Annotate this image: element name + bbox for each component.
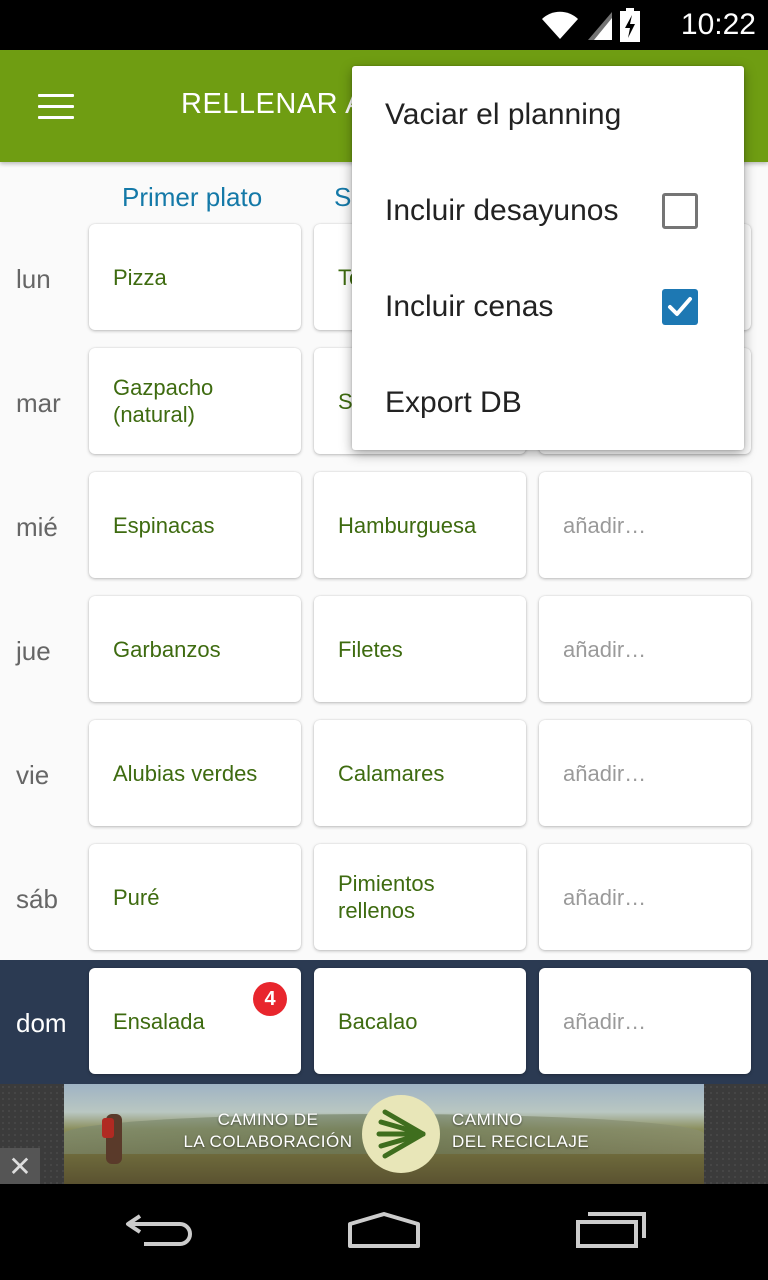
menu-item-label: Incluir cenas	[385, 290, 554, 323]
ad-left-line2: LA COLABORACIÓN	[183, 1132, 353, 1151]
day-label: lun	[16, 264, 51, 294]
day-row-dom-today: dom Ensalada 4 Bacalao añadir…	[0, 960, 768, 1084]
app-title: RELLENAR A	[181, 88, 365, 120]
column-header-segundo-plato: S	[334, 182, 352, 212]
ad-close-icon[interactable]: ✕	[0, 1148, 40, 1184]
checkmark-icon	[668, 297, 692, 316]
day-label: jue	[16, 636, 51, 666]
menu-item-incluir-desayunos[interactable]: Incluir desayunos	[352, 163, 744, 259]
status-icons	[540, 8, 640, 42]
wifi-icon	[542, 11, 578, 39]
ad-banner[interactable]: CAMINO DE LA COLABORACIÓN CAMINO DEL REC…	[64, 1084, 704, 1184]
day-label: vie	[16, 760, 50, 790]
meal-cell-second[interactable]: Hamburguesa	[314, 472, 526, 578]
day-label: mié	[16, 512, 58, 542]
day-row-sab: sáb Puré Pimientos rellenos añadir…	[0, 844, 768, 968]
meal-cell-first[interactable]: Alubias verdes	[89, 720, 301, 826]
menu-item-vaciar-planning[interactable]: Vaciar el planning	[352, 67, 744, 163]
add-meal-cell[interactable]: añadir…	[539, 968, 751, 1074]
ad-area: CAMINO DE LA COLABORACIÓN CAMINO DEL REC…	[0, 1084, 768, 1184]
overflow-menu: Vaciar el planning Incluir desayunos Inc…	[352, 66, 744, 450]
day-label: mar	[16, 388, 61, 418]
back-icon[interactable]	[124, 1210, 196, 1250]
menu-item-label: Incluir desayunos	[385, 194, 619, 227]
ad-text-left: CAMINO DE LA COLABORACIÓN	[168, 1109, 368, 1153]
menu-item-label: Export DB	[385, 386, 522, 419]
system-nav-bar	[0, 1184, 768, 1280]
ad-backpack	[102, 1118, 114, 1138]
day-row-vie: vie Alubias verdes Calamares añadir…	[0, 720, 768, 844]
day-label: dom	[16, 1008, 67, 1038]
add-meal-cell[interactable]: añadir…	[539, 472, 751, 578]
meal-cell-second[interactable]: Filetes	[314, 596, 526, 702]
column-header-primer-plato: Primer plato	[122, 182, 263, 212]
menu-item-label: Vaciar el planning	[385, 98, 622, 131]
ad-right-line2: DEL RECICLAJE	[452, 1132, 590, 1151]
menu-item-incluir-cenas[interactable]: Incluir cenas	[352, 259, 744, 355]
add-meal-cell[interactable]: añadir…	[539, 720, 751, 826]
scallop-shell-icon	[362, 1095, 440, 1173]
menu-icon[interactable]	[38, 94, 74, 120]
meal-cell-second[interactable]: Calamares	[314, 720, 526, 826]
ad-text-right: CAMINO DEL RECICLAJE	[452, 1109, 602, 1153]
meal-cell-first[interactable]: Garbanzos	[89, 596, 301, 702]
day-row-jue: jue Garbanzos Filetes añadir…	[0, 596, 768, 720]
cenas-checkbox[interactable]	[662, 289, 698, 325]
day-row-mie: mié Espinacas Hamburguesa añadir…	[0, 472, 768, 596]
day-label: sáb	[16, 884, 58, 914]
recents-icon[interactable]	[574, 1210, 648, 1250]
meal-cell-first[interactable]: Ensalada 4	[89, 968, 301, 1074]
meal-cell-second[interactable]: Bacalao	[314, 968, 526, 1074]
home-icon[interactable]	[346, 1210, 422, 1250]
battery-charging-icon	[620, 8, 640, 42]
status-bar: 10:22	[0, 0, 768, 50]
meal-cell-first[interactable]: Espinacas	[89, 472, 301, 578]
add-meal-cell[interactable]: añadir…	[539, 844, 751, 950]
ad-left-line1: CAMINO DE	[217, 1110, 319, 1129]
add-meal-cell[interactable]: añadir…	[539, 596, 751, 702]
meal-name: Ensalada	[113, 1008, 205, 1034]
count-badge: 4	[253, 982, 287, 1016]
meal-cell-first[interactable]: Gazpacho (natural)	[89, 348, 301, 454]
meal-cell-first[interactable]: Pizza	[89, 224, 301, 330]
ad-right-line1: CAMINO	[452, 1110, 523, 1129]
meal-cell-first[interactable]: Puré	[89, 844, 301, 950]
status-time: 10:22	[680, 8, 756, 41]
signal-icon	[588, 12, 612, 40]
desayunos-checkbox[interactable]	[662, 193, 698, 229]
meal-cell-second[interactable]: Pimientos rellenos	[314, 844, 526, 950]
menu-item-export-db[interactable]: Export DB	[352, 355, 744, 451]
